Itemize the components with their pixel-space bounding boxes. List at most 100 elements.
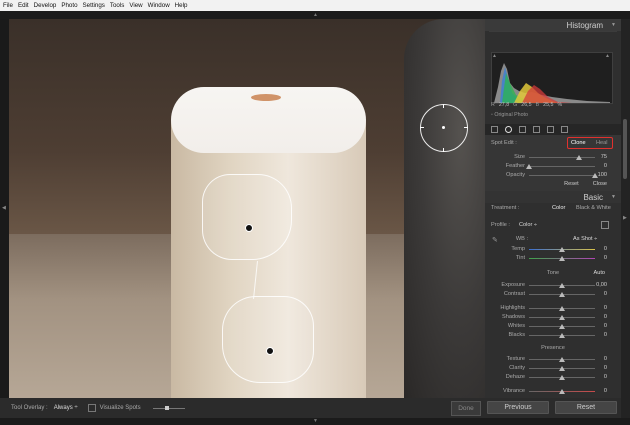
previous-button[interactable]: Previous (487, 401, 549, 414)
spot-removal-tool-icon[interactable] (505, 126, 512, 133)
highlight-clipping-icon[interactable]: ▲ (605, 53, 610, 59)
bottom-panel-toggle-strip[interactable]: ▼ (0, 418, 630, 425)
menu-item-develop[interactable]: Develop (34, 2, 57, 9)
slider-knob[interactable] (559, 375, 565, 380)
graduated-filter-icon[interactable] (533, 126, 540, 133)
slider-knob[interactable] (559, 324, 565, 329)
reset-button[interactable]: Reset (555, 401, 617, 414)
menu-item-help[interactable]: Help (175, 2, 188, 9)
done-button[interactable]: Done (451, 401, 481, 416)
adjustment-brush-icon[interactable] (561, 126, 568, 133)
rgb-readout: R 27,8 G 26,5 B 25,5% (491, 102, 562, 108)
menu-item-tools[interactable]: Tools (110, 2, 124, 9)
triangle-right-icon[interactable]: ▶ (623, 215, 627, 221)
slider-track[interactable] (529, 157, 595, 158)
slider-knob[interactable] (559, 357, 565, 362)
clone-button[interactable]: Clone (571, 140, 586, 146)
slider-value[interactable]: 0 (591, 246, 607, 252)
red-eye-tool-icon[interactable] (519, 126, 526, 133)
slider-label: Opacity (506, 172, 525, 178)
slider-track[interactable] (529, 175, 595, 176)
visualize-spots-checkbox[interactable] (87, 404, 96, 412)
slider-value[interactable]: 0 (591, 323, 607, 329)
crop-tool-icon[interactable] (491, 126, 498, 133)
menu-item-window[interactable]: Window (148, 2, 170, 9)
slider-value[interactable]: 0,00 (591, 282, 607, 288)
panel-scrollbar[interactable]: ▶ (621, 19, 630, 418)
slider-label: Vibrance (503, 388, 525, 394)
slider-value[interactable]: 100 (591, 172, 607, 178)
slider-value[interactable]: 0 (591, 255, 607, 261)
slider-value[interactable]: 0 (591, 305, 607, 311)
slider-knob[interactable] (559, 306, 565, 311)
menu-item-view[interactable]: View (129, 2, 142, 9)
slider-knob[interactable] (559, 333, 565, 338)
bottom-buttons: Previous Reset (485, 398, 621, 418)
menu-item-photo[interactable]: Photo (61, 2, 77, 9)
slider-value[interactable]: 0 (591, 291, 607, 297)
histogram-graph[interactable]: ▲ ▲ (491, 52, 613, 104)
spot-close-button[interactable]: Close (593, 181, 607, 187)
slider-track[interactable] (529, 166, 595, 167)
slider-row-feather: Feather 0 (485, 162, 621, 171)
slider-knob[interactable] (559, 366, 565, 371)
left-panel-toggle-strip[interactable]: ◀ (0, 19, 9, 398)
collapse-triangle-icon[interactable]: ▼ (611, 194, 616, 200)
photo-canvas[interactable] (9, 19, 485, 398)
slider-label: Feather (505, 163, 525, 169)
eyedropper-icon[interactable]: ✎ (492, 236, 498, 244)
slider-label: Temp (511, 246, 525, 252)
menu-item-file[interactable]: File (3, 2, 13, 9)
slider-value[interactable]: 0 (591, 388, 607, 394)
heal-button[interactable]: Heal (596, 140, 608, 146)
tool-overlay-select[interactable]: Always ÷ (54, 405, 78, 411)
triangle-down-icon[interactable]: ▼ (313, 418, 318, 424)
shadow-clipping-icon[interactable]: ▲ (492, 53, 497, 59)
slider-knob[interactable] (559, 247, 565, 252)
top-panel-toggle-strip[interactable]: ▲ (0, 11, 630, 19)
original-photo-icon: ▫ (491, 112, 493, 118)
spot-reset-button[interactable]: Reset (564, 181, 579, 187)
collapse-triangle-icon[interactable]: ▼ (611, 22, 616, 28)
toolbar: Tool Overlay : Always ÷ Visualize Spots … (0, 398, 485, 418)
slider-value[interactable]: 0 (591, 356, 607, 362)
slider-value[interactable]: 0 (591, 163, 607, 169)
radial-filter-icon[interactable] (547, 126, 554, 133)
auto-button[interactable]: Auto (593, 270, 605, 276)
slider-knob[interactable] (575, 155, 582, 160)
slider-value[interactable]: 0 (591, 332, 607, 338)
wb-select[interactable]: As Shot ÷ (573, 236, 597, 242)
spot-target[interactable] (222, 296, 314, 383)
slider-knob[interactable] (526, 164, 532, 169)
slider-row-blacks: Blacks 0 (485, 331, 621, 340)
profile-browser-icon[interactable] (601, 221, 609, 229)
slider-knob[interactable] (559, 256, 565, 261)
spot-source[interactable] (202, 174, 292, 260)
basic-header[interactable]: Basic ▼ (485, 191, 621, 203)
slider-value[interactable]: 75 (591, 154, 607, 160)
slider-value[interactable]: 0 (591, 374, 607, 380)
slider-knob[interactable] (559, 292, 565, 297)
treatment-color-option[interactable]: Color (552, 205, 565, 211)
menu-item-settings[interactable]: Settings (83, 2, 105, 9)
slider-knob[interactable] (559, 389, 565, 394)
visualize-spots-slider[interactable] (152, 405, 185, 410)
histogram-header[interactable]: Histogram ▼ (485, 19, 621, 31)
triangle-up-icon[interactable]: ▲ (313, 12, 318, 18)
slider-row-size: Size 75 (485, 153, 621, 162)
slider-value[interactable]: 0 (591, 365, 607, 371)
slider-label: Exposure (501, 282, 525, 288)
slider-knob[interactable] (559, 315, 565, 320)
treatment-bw-option[interactable]: Black & White (576, 205, 611, 211)
menu-item-edit[interactable]: Edit (18, 2, 29, 9)
spot-target-pin[interactable] (266, 347, 274, 355)
brush-cursor (420, 104, 468, 152)
triangle-left-icon[interactable]: ◀ (2, 205, 6, 211)
profile-select[interactable]: Color ÷ (519, 222, 537, 228)
slider-knob[interactable] (559, 283, 565, 288)
slider-row-temp: Temp 0 (485, 245, 621, 254)
slider-label: Blacks (508, 332, 525, 338)
slider-row-contrast: Contrast 0 (485, 290, 621, 299)
spot-source-pin[interactable] (245, 224, 253, 232)
slider-value[interactable]: 0 (591, 314, 607, 320)
